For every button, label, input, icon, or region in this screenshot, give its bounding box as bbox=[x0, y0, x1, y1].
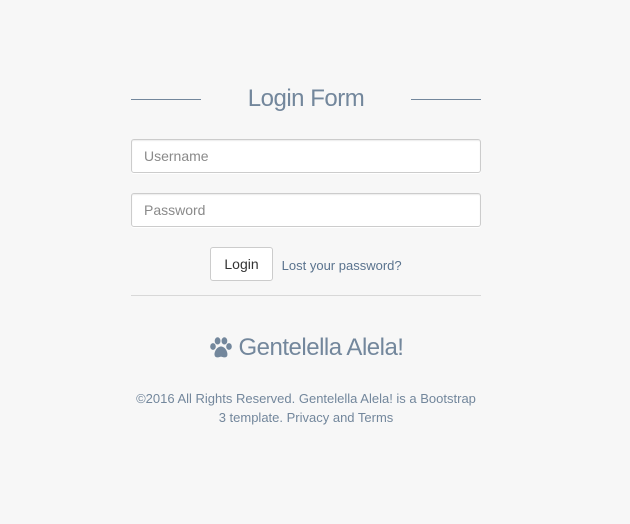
title-divider-left bbox=[131, 99, 201, 100]
password-input[interactable] bbox=[131, 193, 481, 227]
login-button[interactable]: Login bbox=[210, 247, 273, 281]
form-header: Login Form bbox=[131, 82, 481, 116]
lost-password-link[interactable]: Lost your password? bbox=[282, 258, 402, 273]
footer-copyright: ©2016 All Rights Reserved. Gentelella Al… bbox=[136, 391, 476, 425]
login-form: Login Form Login Lost your password? Gen… bbox=[131, 82, 481, 427]
brand: Gentelella Alela! bbox=[131, 334, 481, 362]
form-actions: Login Lost your password? bbox=[131, 247, 481, 281]
brand-name: Gentelella Alela! bbox=[238, 334, 404, 361]
title-divider-right bbox=[411, 99, 481, 100]
username-input[interactable] bbox=[131, 139, 481, 173]
paw-icon bbox=[209, 337, 232, 358]
separator bbox=[131, 295, 481, 296]
form-title: Login Form bbox=[247, 85, 365, 112]
login-page: Login Form Login Lost your password? Gen… bbox=[0, 0, 630, 524]
